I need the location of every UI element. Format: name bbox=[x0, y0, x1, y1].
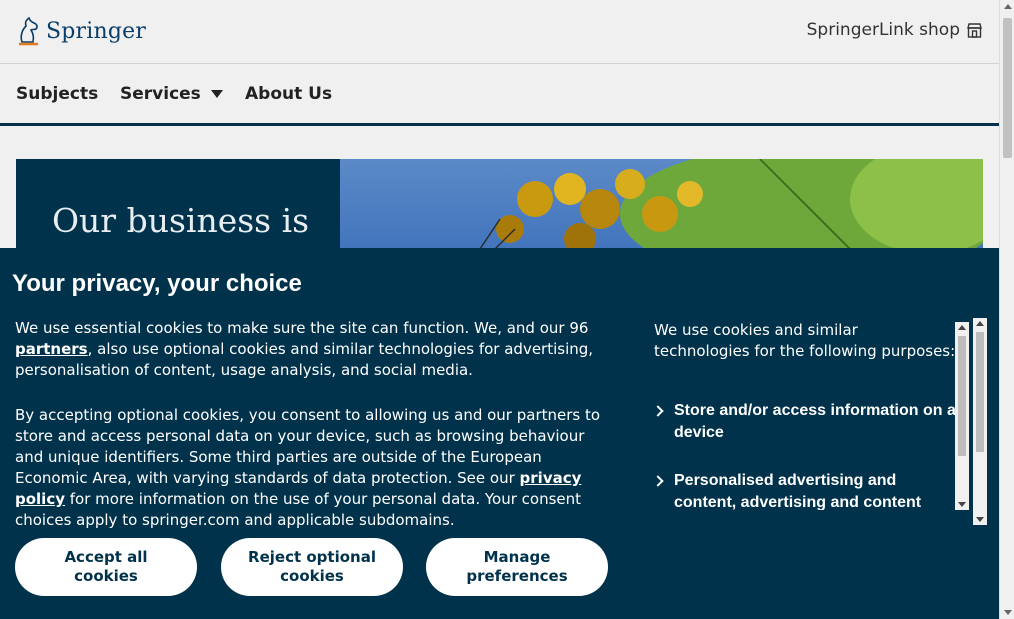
purposes-intro: We use cookies and similar technologies … bbox=[654, 321, 956, 360]
nav-subjects-label: Subjects bbox=[16, 84, 99, 104]
para2-text: By accepting optional cookies, you conse… bbox=[15, 406, 601, 487]
shop-icon bbox=[967, 22, 982, 38]
hero-text-panel: Our business is bbox=[16, 159, 340, 259]
purpose-item[interactable]: Personalised advertising and content, ad… bbox=[654, 470, 956, 510]
scroll-up-arrow-icon[interactable] bbox=[958, 325, 966, 330]
cookie-paragraph-2: By accepting optional cookies, you conse… bbox=[15, 405, 615, 528]
hero-title: Our business is bbox=[52, 201, 310, 240]
purpose-label: Personalised advertising and content, ad… bbox=[674, 472, 922, 510]
flower-illustration bbox=[479, 159, 983, 259]
cookie-consent-banner: Your privacy, your choice We use essenti… bbox=[0, 248, 999, 619]
nav-services[interactable]: Services bbox=[120, 84, 223, 104]
scroll-thumb[interactable] bbox=[976, 332, 984, 452]
purposes-inner-scrollbar[interactable] bbox=[955, 322, 969, 510]
scroll-down-arrow-icon[interactable] bbox=[1004, 610, 1012, 615]
caret-down-icon bbox=[210, 90, 223, 98]
purpose-label: Store and/or access information on a dev… bbox=[674, 402, 956, 441]
page-scrollbar[interactable] bbox=[999, 0, 1014, 619]
scroll-thumb[interactable] bbox=[1003, 18, 1012, 158]
site-header: Springer SpringerLink shop bbox=[0, 0, 999, 64]
para2-text-after: for more information on the use of your … bbox=[15, 490, 582, 528]
chevron-right-icon bbox=[654, 475, 664, 487]
cookie-description: We use essential cookies to make sure th… bbox=[15, 318, 615, 528]
para1-text: We use essential cookies to make sure th… bbox=[15, 319, 589, 337]
scroll-down-arrow-icon[interactable] bbox=[958, 502, 966, 507]
scroll-thumb[interactable] bbox=[958, 336, 966, 456]
hero-flower-image bbox=[340, 159, 983, 259]
springerlink-shop-link[interactable]: SpringerLink shop bbox=[807, 20, 983, 40]
nav-about-us[interactable]: About Us bbox=[245, 84, 332, 104]
scroll-up-arrow-icon[interactable] bbox=[1004, 4, 1012, 9]
nav-about-label: About Us bbox=[245, 84, 333, 104]
springer-horse-icon bbox=[19, 16, 38, 46]
nav-services-label: Services bbox=[120, 84, 201, 104]
scroll-down-arrow-icon[interactable] bbox=[976, 517, 984, 522]
purpose-item[interactable]: Store and/or access information on a dev… bbox=[654, 400, 956, 444]
logo-text: Springer bbox=[46, 18, 147, 44]
cookie-paragraph-1: We use essential cookies to make sure th… bbox=[15, 318, 615, 381]
reject-optional-cookies-button[interactable]: Reject optional cookies bbox=[221, 538, 403, 596]
cookie-purposes-panel: We use cookies and similar technologies … bbox=[654, 320, 956, 510]
cookie-title: Your privacy, your choice bbox=[12, 270, 302, 297]
purposes-outer-scrollbar[interactable] bbox=[973, 318, 987, 525]
accept-all-cookies-button[interactable]: Accept all cookies bbox=[15, 538, 197, 596]
nav-subjects[interactable]: Subjects bbox=[16, 84, 98, 104]
shop-label: SpringerLink shop bbox=[806, 20, 960, 40]
springer-logo[interactable]: Springer bbox=[16, 16, 146, 46]
para1-text-after: , also use optional cookies and similar … bbox=[15, 340, 594, 379]
chevron-right-icon bbox=[654, 405, 664, 417]
scroll-up-arrow-icon[interactable] bbox=[976, 321, 984, 326]
manage-preferences-button[interactable]: Manage preferences bbox=[426, 538, 608, 596]
partners-link[interactable]: partners bbox=[15, 340, 88, 358]
hero-banner: Our business is bbox=[16, 159, 983, 259]
main-nav: Subjects Services About Us bbox=[0, 64, 999, 126]
